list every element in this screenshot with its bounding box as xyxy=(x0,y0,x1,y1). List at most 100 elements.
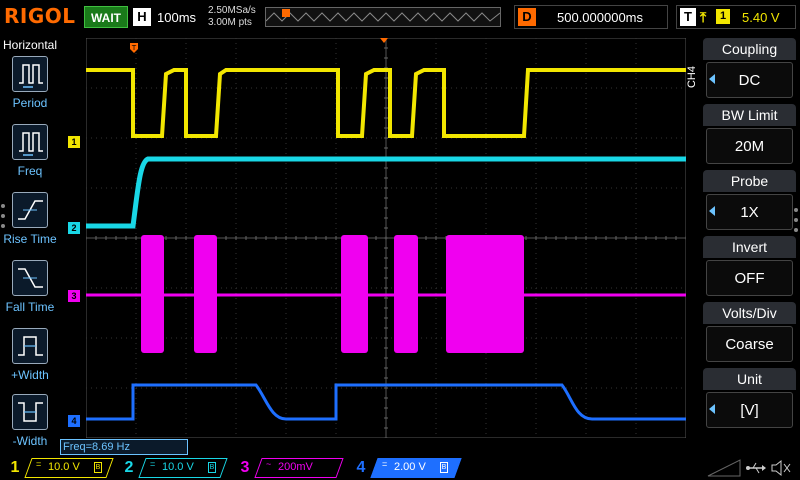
status-icons xyxy=(706,458,796,478)
center-marker xyxy=(380,38,388,43)
sample-rate: 2.50MSa/s xyxy=(208,5,256,16)
menu-value[interactable]: Coarse xyxy=(706,326,793,362)
rise-time-icon xyxy=(12,192,48,228)
svg-text:T: T xyxy=(131,44,137,52)
channel-scale: 200mV xyxy=(278,461,313,473)
channel-number: 2 xyxy=(124,459,134,476)
freq-icon xyxy=(12,124,48,160)
usb-icon xyxy=(746,462,766,474)
bw-limit-icon: B xyxy=(208,462,216,473)
menu-title: Coupling xyxy=(703,38,796,60)
measure-label: -Width xyxy=(12,434,48,448)
measure-item-period[interactable]: Period xyxy=(0,56,60,122)
channel-tag: CH4 xyxy=(686,66,698,89)
measure-category-title[interactable]: Horizontal xyxy=(0,38,60,52)
bw-limit-icon: B xyxy=(94,462,102,473)
menu-title: Invert xyxy=(703,236,796,258)
measure-label: Freq xyxy=(17,164,43,178)
memory-depth: 3.00M pts xyxy=(208,17,252,28)
measure-label: Rise Time xyxy=(3,232,57,246)
measure-menu: Horizontal Period Freq Rise Time Fall Ti… xyxy=(0,36,60,456)
coupling-icon: = xyxy=(150,459,156,469)
graticule xyxy=(86,38,686,438)
delay-label: D xyxy=(518,8,536,26)
rising-edge-icon: ⤒ xyxy=(700,9,707,25)
measure-label: +Width xyxy=(11,368,49,382)
channel-2-settings[interactable]: 2 = 10.0 V B xyxy=(120,458,228,478)
menu-unit[interactable]: Unit [V] xyxy=(703,368,796,431)
measure-label: Period xyxy=(12,96,48,110)
trigger-level[interactable]: 5.40 V xyxy=(742,10,780,25)
channel-scale: 10.0 V xyxy=(162,461,194,473)
period-icon xyxy=(12,56,48,92)
measure-item-negative-width[interactable]: -Width xyxy=(0,394,60,460)
memory-waveform-preview xyxy=(265,9,501,22)
ch3-burst xyxy=(446,235,524,353)
measure-item-rise-time[interactable]: Rise Time xyxy=(0,192,60,258)
run-status-badge[interactable]: WAIT xyxy=(84,6,128,28)
measure-item-positive-width[interactable]: +Width xyxy=(0,328,60,394)
menu-value[interactable]: OFF xyxy=(706,260,793,296)
menu-bw-limit[interactable]: BW Limit 20M xyxy=(703,104,796,167)
channel-marker-2[interactable]: 2 xyxy=(68,222,80,234)
frequency-measurement[interactable]: Freq=8.69 Hz xyxy=(60,439,188,455)
channel-1-settings[interactable]: 1 = 10.0 V B xyxy=(6,458,114,478)
channel-scale: 2.00 V xyxy=(394,461,426,473)
negative-width-icon xyxy=(12,394,48,430)
menu-title: Volts/Div xyxy=(703,302,796,324)
arrow-left-icon xyxy=(709,404,715,414)
waveform-display[interactable]: T xyxy=(86,38,686,438)
ch3-burst xyxy=(394,235,418,353)
channel-3-settings[interactable]: 3 ~200mV xyxy=(236,458,344,478)
channel-number: 4 xyxy=(356,459,366,476)
menu-page-dots xyxy=(794,208,800,238)
menu-invert[interactable]: Invert OFF xyxy=(703,236,796,299)
menu-title: BW Limit xyxy=(703,104,796,126)
coupling-icon: ~ xyxy=(266,459,272,469)
brand-logo: RIGOL xyxy=(4,4,76,28)
bw-limit-icon: B xyxy=(440,462,448,473)
coupling-icon: = xyxy=(382,459,388,469)
channel-number: 1 xyxy=(10,459,20,476)
ch3-burst xyxy=(194,235,217,353)
top-status-bar: RIGOL WAIT H 100ms 2.50MSa/s 3.00M pts D… xyxy=(0,0,800,36)
menu-volts-div[interactable]: Volts/Div Coarse xyxy=(703,302,796,365)
channel-4-settings[interactable]: 4 = 2.00 V B xyxy=(352,458,462,478)
menu-arrow-icon xyxy=(707,459,741,477)
trigger-position-marker[interactable]: T xyxy=(130,43,138,53)
measure-label: Fall Time xyxy=(5,300,55,314)
positive-width-icon xyxy=(12,328,48,364)
delay-value[interactable]: 500.000000ms xyxy=(557,10,643,25)
measure-item-freq[interactable]: Freq xyxy=(0,124,60,190)
trigger-position-marker xyxy=(282,9,290,17)
menu-value[interactable]: [V] xyxy=(706,392,793,428)
coupling-icon: = xyxy=(36,459,42,469)
memory-position-bar[interactable] xyxy=(265,7,501,27)
timebase-value[interactable]: 100ms xyxy=(157,10,196,25)
ch3-burst xyxy=(141,235,164,353)
menu-title: Probe xyxy=(703,170,796,192)
menu-coupling[interactable]: Coupling DC xyxy=(703,38,796,101)
menu-value[interactable]: DC xyxy=(706,62,793,98)
trigger-label: T xyxy=(680,8,696,26)
channel-menu: Coupling DC BW Limit 20M Probe 1X Invert… xyxy=(703,38,800,438)
fall-time-icon xyxy=(12,260,48,296)
measure-item-fall-time[interactable]: Fall Time xyxy=(0,260,60,326)
menu-probe[interactable]: Probe 1X xyxy=(703,170,796,233)
channel-marker-3[interactable]: 3 xyxy=(68,290,80,302)
channel-marker-1[interactable]: 1 xyxy=(68,136,80,148)
channel-number: 3 xyxy=(240,459,250,476)
arrow-left-icon xyxy=(709,206,715,216)
acquisition-info: 2.50MSa/s 3.00M pts xyxy=(208,5,256,29)
trigger-source: 1 xyxy=(716,9,730,24)
horizontal-label: H xyxy=(133,8,151,26)
menu-value[interactable]: 20M xyxy=(706,128,793,164)
channel-marker-4[interactable]: 4 xyxy=(68,415,80,427)
ch3-burst xyxy=(341,235,368,353)
speaker-muted-icon xyxy=(771,459,791,477)
menu-value[interactable]: 1X xyxy=(706,194,793,230)
channel-scale: 10.0 V xyxy=(48,461,80,473)
arrow-left-icon xyxy=(709,74,715,84)
channel-status-bar: 1 = 10.0 V B 2 = 10.0 V B 3 ~200mV 4 = 2.00 V B xyxy=(0,456,800,480)
menu-title: Unit xyxy=(703,368,796,390)
